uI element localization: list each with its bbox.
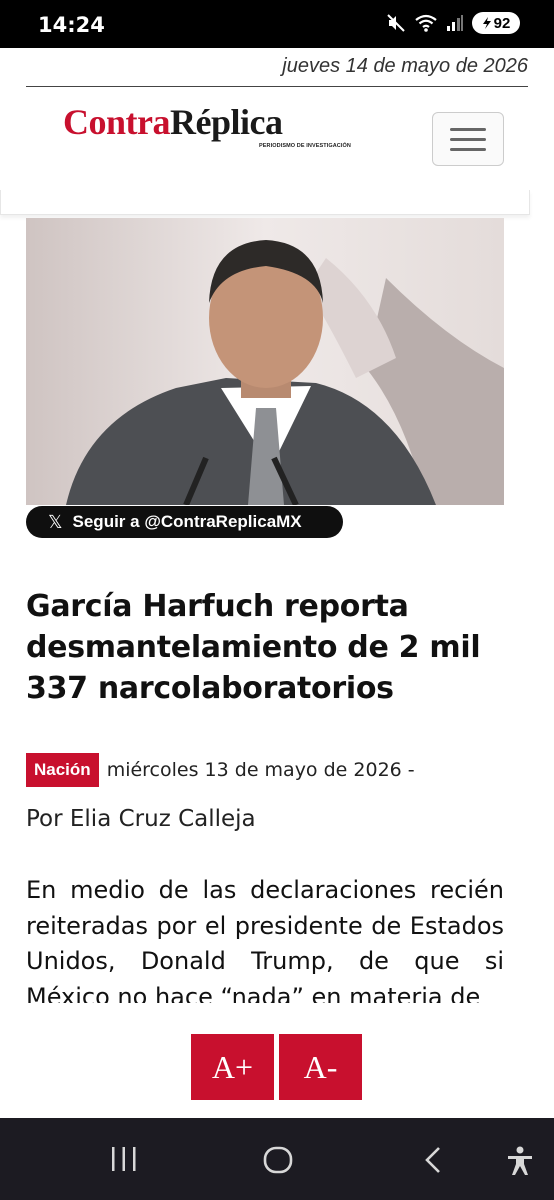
menu-line-icon — [450, 147, 486, 151]
status-time: 14:24 — [38, 13, 105, 37]
logo-replica: Réplica — [170, 102, 283, 142]
signal-icon — [446, 14, 464, 32]
follow-on-x-button[interactable]: 𝕏 Seguir a @ContraReplicaMX — [26, 506, 343, 538]
system-nav-bar — [0, 1118, 554, 1200]
back-icon[interactable] — [423, 1146, 443, 1179]
menu-line-icon — [450, 137, 486, 141]
logo-contra: Contra — [63, 102, 171, 142]
current-date: jueves 14 de mayo de 2026 — [282, 55, 528, 77]
date-divider — [26, 86, 528, 87]
article-body: En medio de las declaraciones recién rei… — [26, 876, 504, 1003]
article-meta: Nación miércoles 13 de mayo de 2026 - — [26, 753, 415, 787]
recent-apps-icon[interactable] — [110, 1146, 138, 1177]
publish-date: miércoles 13 de mayo de 2026 - — [106, 759, 415, 781]
hamburger-menu-button[interactable] — [432, 112, 504, 166]
decrease-font-button[interactable]: A- — [279, 1034, 362, 1100]
accessibility-icon[interactable] — [506, 1146, 534, 1181]
increase-font-button[interactable]: A+ — [191, 1034, 274, 1100]
font-size-controls: A+ A- — [191, 1034, 362, 1100]
logo-tagline: PERIODISMO DE INVESTIGACIÓN — [259, 143, 351, 149]
follow-label: Seguir a @ContraReplicaMX — [72, 512, 302, 531]
status-icons: 92 — [386, 12, 520, 34]
wifi-icon — [414, 13, 438, 33]
byline: Por Elia Cruz Calleja — [26, 806, 256, 832]
site-logo[interactable]: ContraRéplica — [63, 102, 283, 142]
battery-level: 92 — [493, 14, 511, 32]
category-badge[interactable]: Nación — [26, 753, 99, 787]
article-photo — [26, 218, 504, 505]
article-headline: García Harfuch reporta desmantelamiento … — [26, 589, 481, 706]
x-logo-icon: 𝕏 — [48, 511, 63, 532]
menu-line-icon — [450, 127, 486, 131]
status-bar: 14:24 92 — [0, 0, 554, 48]
home-icon[interactable] — [263, 1146, 293, 1179]
battery-icon: 92 — [472, 12, 520, 34]
sticky-header-strip — [0, 190, 530, 215]
mute-icon — [386, 13, 406, 33]
